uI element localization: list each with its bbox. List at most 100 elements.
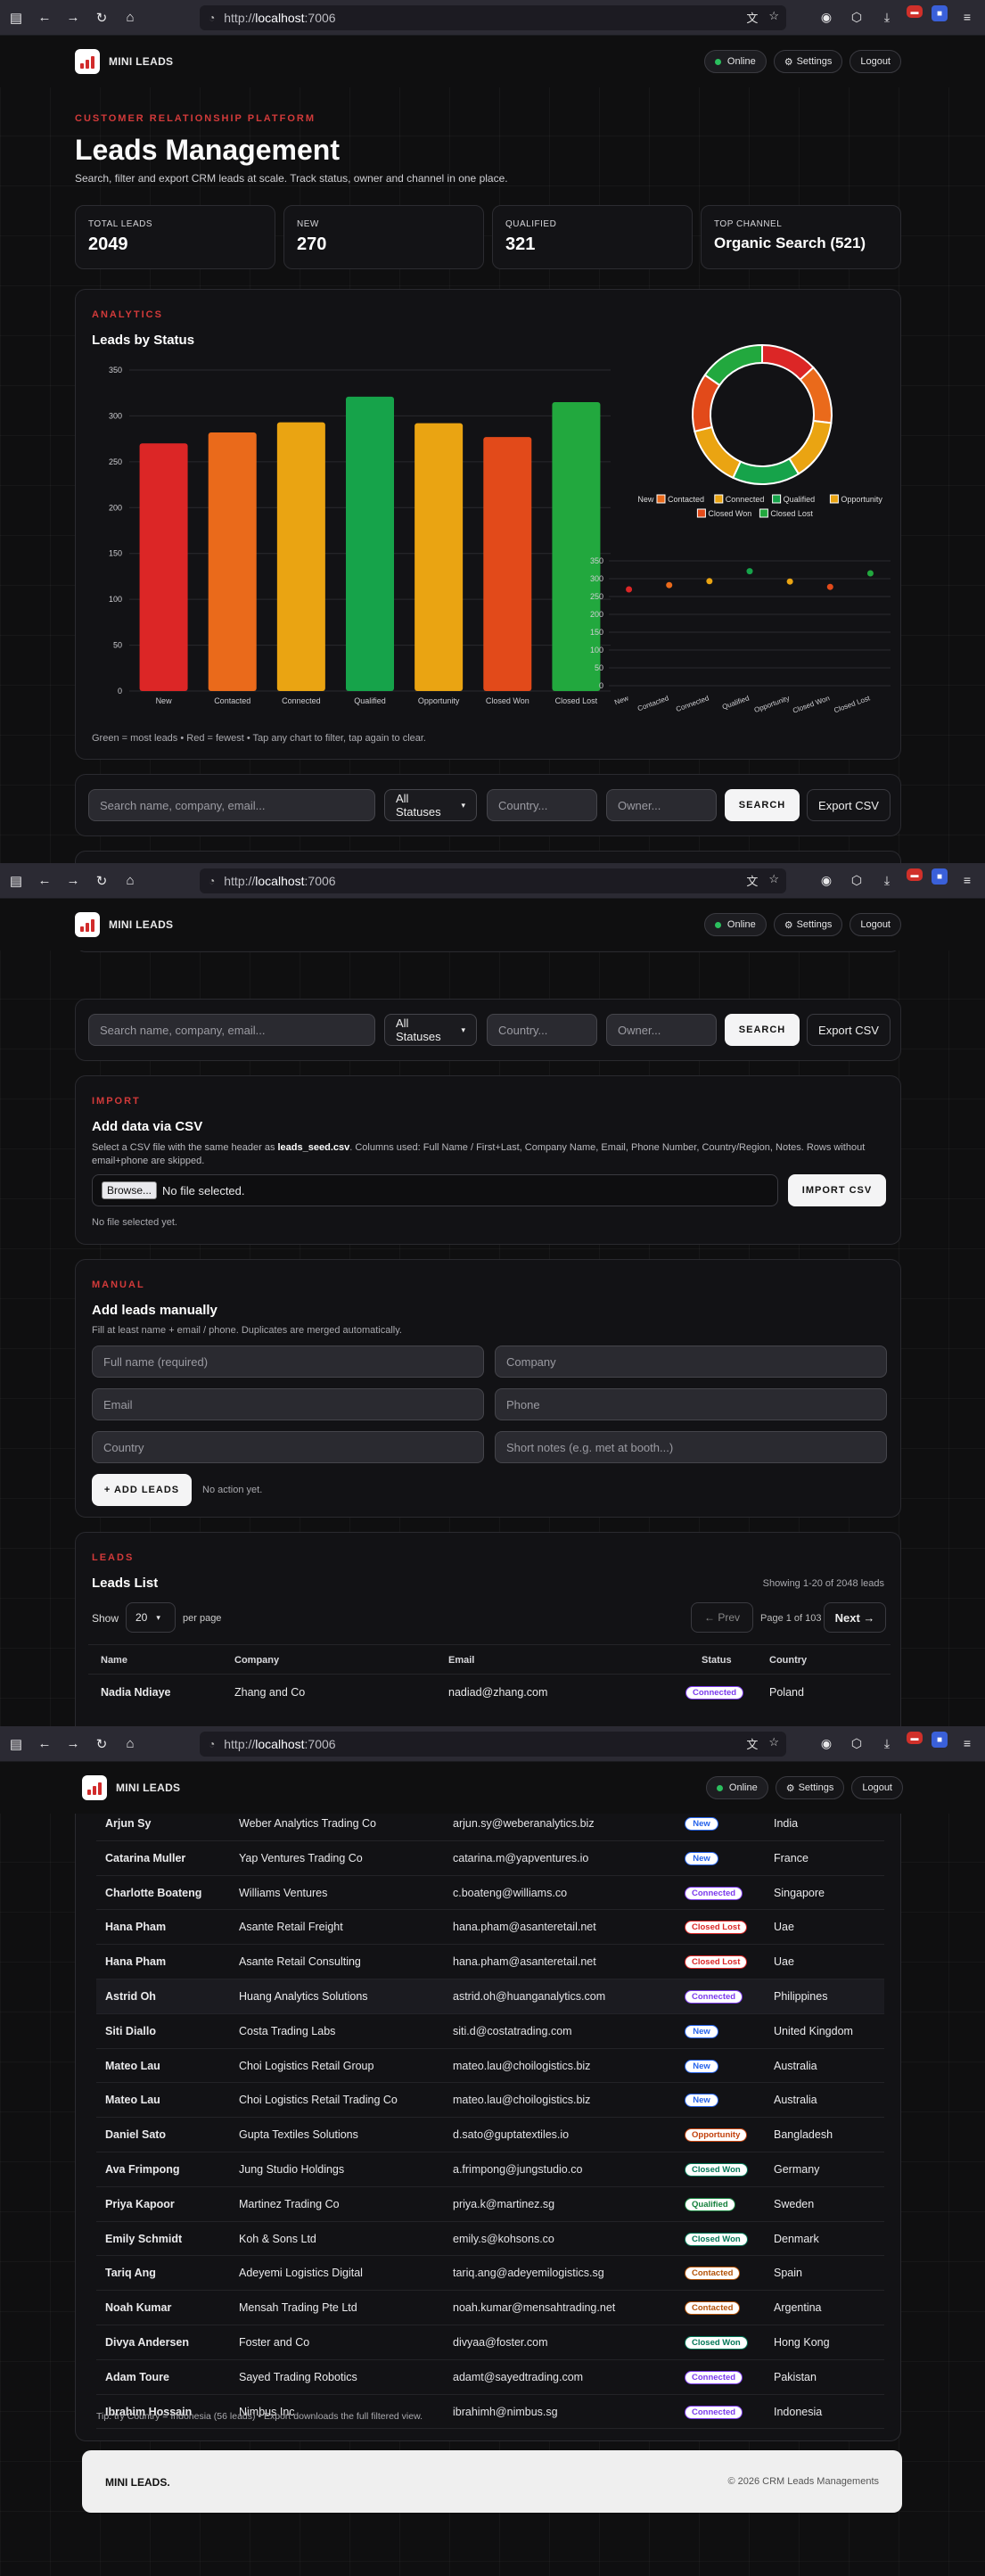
forward-icon[interactable]: →: [61, 5, 86, 30]
logout-button[interactable]: Logout: [850, 913, 901, 936]
table-row[interactable]: Astrid Oh Huang Analytics Solutions astrid…: [96, 1979, 884, 2014]
extensions-icon[interactable]: ⬡: [846, 5, 867, 29]
extension-blue-icon[interactable]: ■: [932, 1732, 948, 1748]
table-row[interactable]: Noah Kumar Mensah Trading Pte Ltd noah.kum…: [96, 2291, 884, 2325]
add-leads-button[interactable]: + ADD LEADS: [92, 1474, 192, 1506]
home-icon[interactable]: ⌂: [118, 5, 143, 30]
bar[interactable]: [139, 443, 188, 691]
bar[interactable]: [483, 437, 532, 691]
account-icon[interactable]: ◉: [816, 1732, 837, 1755]
status-donut-chart[interactable]: New Contacted Connected Qualified Opportunit…: [637, 343, 887, 548]
donut-slice[interactable]: [703, 343, 763, 387]
extensions-icon[interactable]: ⬡: [846, 1732, 867, 1755]
data-point[interactable]: [866, 570, 874, 577]
donut-slice[interactable]: [799, 366, 833, 424]
table-row[interactable]: Hana Pham Asante Retail Consulting hana.ph…: [96, 1945, 884, 1979]
bookmark-star-icon[interactable]: ☆: [768, 9, 779, 26]
url-bar[interactable]: ◔ http://localhost:7006 文 ☆: [200, 868, 786, 893]
status-select[interactable]: All Statuses ▾: [384, 789, 477, 821]
import-csv-button[interactable]: IMPORT CSV: [788, 1174, 886, 1206]
translate-icon[interactable]: 文: [746, 1735, 758, 1752]
phone-field[interactable]: Phone: [495, 1388, 887, 1420]
country-filter-input[interactable]: Country...: [487, 1014, 597, 1046]
logout-button[interactable]: Logout: [851, 1776, 903, 1799]
extension-red-icon[interactable]: ▬: [907, 868, 923, 881]
bar[interactable]: [346, 396, 394, 691]
export-csv-button[interactable]: Export CSV: [807, 1014, 891, 1046]
account-icon[interactable]: ◉: [816, 5, 837, 29]
reload-icon[interactable]: ↻: [89, 5, 114, 30]
forward-icon[interactable]: →: [61, 1732, 86, 1757]
country-filter-input[interactable]: Country...: [487, 789, 597, 821]
col-status[interactable]: Status: [702, 1655, 732, 1666]
sidebar-toggle-icon[interactable]: ▤: [4, 1732, 29, 1757]
site-info-icon[interactable]: ◔: [209, 12, 215, 24]
data-point[interactable]: [666, 581, 673, 588]
home-icon[interactable]: ⌂: [118, 868, 143, 893]
url-bar[interactable]: ◔ http://localhost:7006 文 ☆: [200, 1732, 786, 1757]
owner-filter-input[interactable]: Owner...: [606, 789, 717, 821]
browse-button[interactable]: Browse...: [102, 1181, 158, 1199]
donut-slice[interactable]: [788, 419, 833, 475]
menu-icon[interactable]: ≡: [956, 5, 978, 29]
col-company[interactable]: Company: [234, 1655, 279, 1666]
table-row[interactable]: Catarina Muller Yap Ventures Trading Co ca…: [96, 1841, 884, 1876]
fullname-field[interactable]: Full name (required): [92, 1346, 484, 1378]
col-country[interactable]: Country: [769, 1655, 807, 1666]
search-input[interactable]: Search name, company, email...: [88, 789, 375, 821]
donut-slice[interactable]: [694, 425, 743, 480]
bar[interactable]: [208, 432, 257, 691]
extension-red-icon[interactable]: ▬: [907, 1732, 923, 1744]
company-field[interactable]: Company: [495, 1346, 887, 1378]
country-field[interactable]: Country: [92, 1431, 484, 1463]
table-row[interactable]: Adam Toure Sayed Trading Robotics adamt@sa…: [96, 2360, 884, 2395]
table-row[interactable]: Nadia Ndiaye Zhang and Co nadiad@zhang.c…: [76, 1686, 902, 1704]
table-row[interactable]: Hana Pham Asante Retail Freight hana.pham@…: [96, 1910, 884, 1946]
donut-slice[interactable]: [732, 457, 800, 485]
table-row[interactable]: Tariq Ang Adeyemi Logistics Digital tariq.…: [96, 2256, 884, 2292]
owner-filter-input[interactable]: Owner...: [606, 1014, 717, 1046]
extension-blue-icon[interactable]: ■: [932, 5, 948, 21]
export-csv-button[interactable]: Export CSV: [807, 789, 891, 821]
table-row[interactable]: Mateo Lau Choi Logistics Retail Group mate…: [96, 2049, 884, 2084]
data-point[interactable]: [626, 586, 633, 593]
sidebar-toggle-icon[interactable]: ▤: [4, 5, 29, 30]
extension-blue-icon[interactable]: ■: [932, 868, 948, 885]
per-page-select[interactable]: 20 ▾: [126, 1602, 176, 1633]
data-point[interactable]: [786, 578, 793, 585]
account-icon[interactable]: ◉: [816, 868, 837, 892]
home-icon[interactable]: ⌂: [118, 1732, 143, 1757]
data-point[interactable]: [746, 568, 753, 575]
site-info-icon[interactable]: ◔: [209, 1738, 215, 1750]
bookmark-star-icon[interactable]: ☆: [768, 1735, 779, 1752]
table-row[interactable]: Charlotte Boateng Williams Ventures c.boat…: [96, 1876, 884, 1911]
settings-button[interactable]: ⚙ Settings: [775, 1776, 845, 1799]
status-dot-chart[interactable]: 0 50 100 150 200 250 300 350 New Contacted Connect…: [575, 548, 900, 727]
bookmark-star-icon[interactable]: ☆: [768, 872, 779, 889]
data-point[interactable]: [826, 583, 833, 590]
csv-file-input[interactable]: Browse... No file selected.: [92, 1174, 778, 1206]
table-row[interactable]: Priya Kapoor Martinez Trading Co priya.k@m…: [96, 2187, 884, 2222]
status-select[interactable]: All Statuses ▾: [384, 1014, 477, 1046]
bar[interactable]: [276, 422, 325, 691]
menu-icon[interactable]: ≡: [956, 1732, 978, 1755]
reload-icon[interactable]: ↻: [89, 1732, 114, 1757]
url-bar[interactable]: ◔ http://localhost:7006 文 ☆: [200, 5, 786, 30]
reload-icon[interactable]: ↻: [89, 868, 114, 893]
table-row[interactable]: Ava Frimpong Jung Studio Holdings a.frimpo…: [96, 2152, 884, 2187]
brand[interactable]: MINI LEADS: [75, 49, 173, 74]
download-icon[interactable]: ⤓: [876, 5, 898, 29]
table-row[interactable]: Mateo Lau Choi Logistics Retail Trading C…: [96, 2083, 884, 2119]
search-input[interactable]: Search name, company, email...: [88, 1014, 375, 1046]
site-info-icon[interactable]: ◔: [209, 875, 215, 887]
bar[interactable]: [415, 423, 464, 691]
col-email[interactable]: Email: [448, 1655, 474, 1666]
settings-button[interactable]: ⚙ Settings: [773, 913, 843, 936]
col-name[interactable]: Name: [101, 1655, 127, 1666]
prev-page-button[interactable]: ← Prev: [691, 1602, 753, 1633]
search-button[interactable]: SEARCH: [725, 789, 800, 821]
next-page-button[interactable]: Next →: [824, 1602, 886, 1633]
translate-icon[interactable]: 文: [746, 872, 758, 889]
search-button[interactable]: SEARCH: [725, 1014, 800, 1046]
brand[interactable]: MINI LEADS: [82, 1775, 180, 1800]
